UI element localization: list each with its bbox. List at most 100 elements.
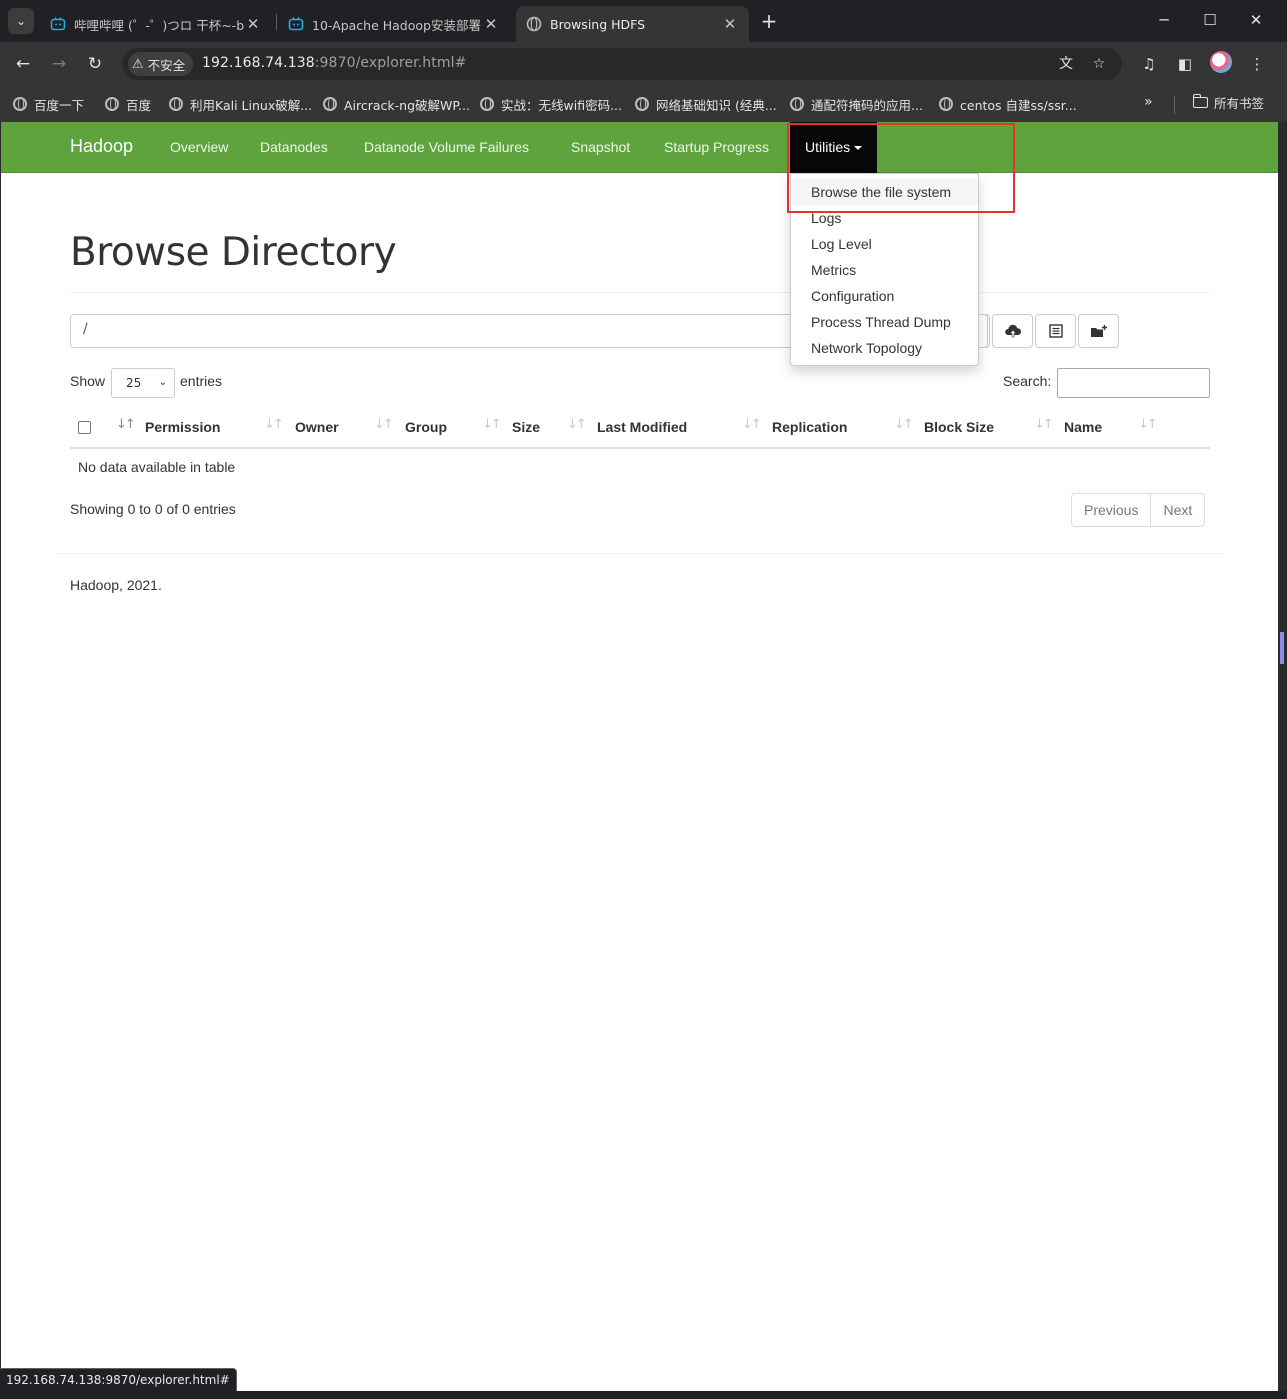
select-all-checkbox[interactable] <box>78 421 91 434</box>
all-bookmarks-button[interactable]: 所有书签 <box>1192 93 1265 112</box>
tab-title: Browsing HDFS <box>550 16 646 32</box>
nav-startup-progress[interactable]: Startup Progress <box>664 139 769 155</box>
maximize-icon[interactable]: ☐ <box>1198 8 1222 32</box>
bookmark-item[interactable]: 百度一下 <box>13 93 84 115</box>
sort-icon[interactable]: ↓↑ <box>264 417 284 432</box>
brand-link[interactable]: Hadoop <box>70 136 133 157</box>
globe-icon <box>790 97 804 111</box>
divider <box>56 553 1224 554</box>
pagination: Previous Next <box>1071 493 1206 527</box>
sort-icon[interactable]: ↓↑ <box>894 417 914 432</box>
menu-process-thread-dump[interactable]: Process Thread Dump <box>791 309 978 335</box>
bookmark-label: 实战：无线wifi密码... <box>501 97 622 113</box>
upload-icon <box>1004 324 1021 338</box>
col-size[interactable]: Size <box>512 419 540 435</box>
tab-hadoop-install[interactable]: 10-Apache Hadoop安装部署 ✕ <box>278 6 510 42</box>
close-icon[interactable]: ✕ <box>721 15 739 33</box>
previous-button[interactable]: Previous <box>1072 494 1150 526</box>
menu-icon[interactable]: ⋮ <box>1245 52 1269 76</box>
sort-icon[interactable]: ↓↑ <box>482 417 502 432</box>
col-name[interactable]: Name <box>1064 419 1102 435</box>
entries-select[interactable]: 25 ⌄ <box>111 368 175 398</box>
nav-snapshot[interactable]: Snapshot <box>571 139 630 155</box>
list-view-button[interactable] <box>1035 314 1076 348</box>
menu-logs[interactable]: Logs <box>791 205 978 231</box>
bookmark-star-icon[interactable]: ☆ <box>1089 54 1109 74</box>
nav-datanodes[interactable]: Datanodes <box>260 139 328 155</box>
tab-browsing-hdfs[interactable]: Browsing HDFS ✕ <box>516 6 749 42</box>
globe-icon <box>526 16 542 32</box>
more-bookmarks-icon[interactable]: » <box>1144 94 1153 110</box>
sort-icon[interactable]: ↓↑ <box>374 417 394 432</box>
url-host: 192.168.74.138 <box>202 55 315 71</box>
page-viewport: Hadoop Overview Datanodes Datanode Volum… <box>1 122 1278 1391</box>
media-icon[interactable]: ♫ <box>1137 52 1161 76</box>
bookmark-item[interactable]: 实战：无线wifi密码... <box>480 93 622 115</box>
bookmark-item[interactable]: 网络基础知识 (经典... <box>635 93 777 115</box>
menu-network-topology[interactable]: Network Topology <box>791 335 978 361</box>
bookmark-item[interactable]: Aircrack-ng破解WP... <box>323 93 470 115</box>
profile-avatar[interactable] <box>1210 51 1232 73</box>
side-panel-icon[interactable]: ◧ <box>1173 52 1197 76</box>
forward-icon[interactable]: → <box>47 52 71 76</box>
url-path: :9870/explorer.html# <box>314 55 467 71</box>
col-owner[interactable]: Owner <box>295 419 339 435</box>
upload-button[interactable] <box>992 314 1033 348</box>
minimize-icon[interactable]: ─ <box>1152 8 1176 32</box>
next-button[interactable]: Next <box>1150 494 1204 526</box>
new-tab-button[interactable]: + <box>757 9 781 33</box>
col-group[interactable]: Group <box>405 419 447 435</box>
bookmark-label: 利用Kali Linux破解... <box>190 97 313 113</box>
empty-table-message: No data available in table <box>78 459 236 475</box>
back-icon[interactable]: ← <box>11 52 35 76</box>
reload-icon[interactable]: ↻ <box>83 52 107 76</box>
sort-icon[interactable]: ↓↑ <box>1034 417 1054 432</box>
entries-label: entries <box>180 373 223 389</box>
entries-select-value: 25 <box>126 376 142 390</box>
globe-icon <box>480 97 494 111</box>
window-close-icon[interactable]: ✕ <box>1244 8 1268 32</box>
col-block-size[interactable]: Block Size <box>924 419 994 435</box>
bookmark-item[interactable]: 通配符掩码的应用... <box>790 93 923 115</box>
folder-icon <box>1192 94 1208 108</box>
globe-icon <box>13 97 27 111</box>
bookmark-label: 通配符掩码的应用... <box>811 97 923 113</box>
translate-icon[interactable]: ⽂ <box>1056 54 1076 74</box>
sort-icon[interactable]: ↓↑ <box>116 417 136 432</box>
menu-log-level[interactable]: Log Level <box>791 231 978 257</box>
search-input[interactable] <box>1057 368 1210 398</box>
bilibili-icon <box>50 17 66 31</box>
col-last-modified[interactable]: Last Modified <box>597 419 687 435</box>
col-replication[interactable]: Replication <box>772 419 847 435</box>
nav-utilities[interactable]: Utilities <box>790 122 878 173</box>
address-bar[interactable]: ⚠ 不安全 192.168.74.138:9870/explorer.html#… <box>122 48 1122 80</box>
all-bookmarks-label: 所有书签 <box>1214 96 1265 111</box>
nav-overview[interactable]: Overview <box>170 139 228 155</box>
nav-datanode-volume-failures[interactable]: Datanode Volume Failures <box>364 139 529 155</box>
table-header: ↓↑ Permission ↓↑ Owner ↓↑ Group ↓↑ Size … <box>70 413 1210 449</box>
bookmark-item[interactable]: 利用Kali Linux破解... <box>169 93 312 115</box>
tab-search-button[interactable]: ⌄ <box>8 8 34 34</box>
bilibili-icon <box>288 17 304 31</box>
url-text[interactable]: 192.168.74.138:9870/explorer.html# <box>202 55 466 71</box>
globe-icon <box>323 97 337 111</box>
menu-browse-file-system[interactable]: Browse the file system <box>791 179 978 205</box>
new-folder-button[interactable] <box>1078 314 1119 348</box>
bookmark-item[interactable]: centos 自建ss/ssr... <box>939 93 1077 115</box>
sort-icon[interactable]: ↓↑ <box>742 417 762 432</box>
sort-icon[interactable]: ↓↑ <box>567 417 587 432</box>
close-icon[interactable]: ✕ <box>482 15 500 33</box>
globe-icon <box>169 97 183 111</box>
tab-separator <box>276 14 277 30</box>
utilities-dropdown: Browse the file system Logs Log Level Me… <box>790 173 979 366</box>
security-chip[interactable]: ⚠ 不安全 <box>128 52 194 76</box>
sort-icon[interactable]: ↓↑ <box>1138 417 1158 432</box>
show-label: Show <box>70 373 106 389</box>
bookmark-item[interactable]: 百度 <box>105 93 151 115</box>
scrollbar[interactable] <box>1278 122 1287 1391</box>
col-permission[interactable]: Permission <box>145 419 220 435</box>
menu-metrics[interactable]: Metrics <box>791 257 978 283</box>
tab-bilibili[interactable]: 哔哩哔哩 (゜-゜)つロ 干杯~-bilibili ✕ <box>40 6 272 42</box>
close-icon[interactable]: ✕ <box>244 15 262 33</box>
menu-configuration[interactable]: Configuration <box>791 283 978 309</box>
